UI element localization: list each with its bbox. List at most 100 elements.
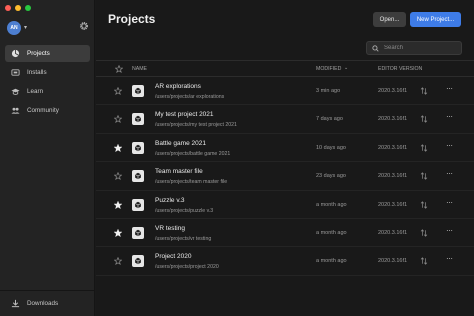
more-options-icon[interactable]: ···	[446, 169, 453, 178]
sidebar-item-projects[interactable]: Projects	[5, 45, 90, 62]
unity-logo-icon	[132, 170, 144, 183]
swap-arrows-icon[interactable]	[420, 172, 428, 180]
sidebar-item-learn[interactable]: Learn	[5, 83, 90, 100]
star-icon[interactable]	[114, 143, 122, 152]
project-path: /users/projects/my test project 2021	[155, 122, 237, 129]
installs-icon	[11, 68, 20, 77]
new-project-button[interactable]: New Project...	[410, 12, 461, 27]
minimize-window-button[interactable]	[15, 5, 21, 11]
more-options-icon[interactable]: ···	[446, 226, 453, 235]
swap-arrows-icon[interactable]	[420, 87, 428, 95]
sidebar-item-label: Projects	[27, 50, 50, 57]
unity-logo-icon	[132, 141, 144, 154]
window-controls	[5, 5, 31, 11]
unity-logo-icon	[132, 85, 144, 97]
project-editor-version: 2020.3.16f1	[378, 201, 408, 208]
project-editor-version: 2020.3.16f1	[378, 144, 408, 151]
star-icon[interactable]	[114, 257, 122, 266]
star-column-icon[interactable]	[115, 65, 123, 73]
project-name[interactable]: VR testing	[155, 225, 185, 232]
star-icon[interactable]	[114, 228, 122, 237]
zoom-window-button[interactable]	[25, 5, 31, 11]
search-input[interactable]	[384, 45, 454, 51]
table-row[interactable]: VR testing /users/projects/vr testing a …	[96, 219, 474, 248]
project-path: /users/projects/team master file	[155, 179, 228, 186]
project-editor-version: 2020.3.16f1	[378, 258, 408, 265]
project-path: /users/projects/battle game 2021	[155, 150, 231, 157]
chevron-down-icon[interactable]: ▾	[24, 24, 27, 31]
project-name[interactable]: Project 2020	[155, 253, 192, 260]
more-options-icon[interactable]: ···	[446, 112, 453, 121]
table-row[interactable]: My test project 2021 /users/projects/my …	[96, 105, 474, 134]
downloads-button[interactable]: Downloads	[0, 290, 95, 316]
star-icon[interactable]	[114, 115, 122, 124]
table-row[interactable]: Puzzle v.3 /users/projects/puzzle v.3 a …	[96, 191, 474, 219]
close-window-button[interactable]	[5, 5, 11, 11]
sidebar-item-community[interactable]: Community	[5, 102, 90, 119]
project-name[interactable]: My test project 2021	[155, 111, 214, 118]
project-path: /users/projects/project 2020	[155, 264, 219, 271]
project-name[interactable]: Team master file	[155, 168, 203, 175]
more-options-icon[interactable]: ···	[446, 198, 453, 207]
project-editor-version: 2020.3.16f1	[378, 229, 408, 236]
open-button[interactable]: Open...	[373, 12, 406, 27]
project-name[interactable]: Battle game 2021	[155, 140, 206, 147]
project-name[interactable]: Puzzle v.3	[155, 197, 185, 204]
unity-logo-icon	[132, 198, 144, 211]
graduation-cap-icon	[11, 87, 20, 96]
project-path: /users/projects/ar explorations	[155, 94, 225, 100]
sidebar-item-label: Learn	[27, 88, 44, 95]
project-path: /users/projects/vr testing	[155, 235, 212, 242]
table-row[interactable]: Battle game 2021 /users/projects/battle …	[96, 134, 474, 163]
cube-icon	[11, 49, 20, 58]
unity-logo-icon	[132, 255, 144, 268]
people-icon	[11, 106, 20, 115]
sidebar-nav: Projects Installs Learn Community	[5, 45, 90, 121]
project-modified: 7 days ago	[316, 116, 343, 123]
project-modified: a month ago	[316, 201, 347, 208]
sidebar: AN ▾ Projects Installs Learn Community D…	[0, 0, 95, 316]
project-list: AR explorations /users/projects/ar explo…	[96, 77, 474, 276]
more-options-icon[interactable]: ···	[446, 254, 453, 263]
project-modified: a month ago	[316, 258, 347, 265]
sidebar-item-label: Installs	[27, 69, 47, 76]
column-header-modified[interactable]: MODIFIED	[316, 66, 341, 72]
star-icon[interactable]	[114, 172, 122, 181]
unity-logo-icon	[132, 226, 144, 239]
swap-arrows-icon[interactable]	[420, 115, 428, 124]
table-row[interactable]: Team master file /users/projects/team ma…	[96, 162, 474, 191]
page-title: Projects	[108, 12, 156, 26]
gear-icon[interactable]	[79, 21, 89, 31]
avatar[interactable]: AN	[7, 21, 21, 35]
project-editor-version: 2020.3.16f1	[378, 116, 408, 123]
project-editor-version: 2020.3.16f1	[378, 88, 408, 94]
swap-arrows-icon[interactable]	[420, 144, 428, 152]
project-modified: 23 days ago	[316, 173, 346, 180]
main-panel: Projects Open... New Project... NAME MOD…	[96, 0, 474, 316]
swap-arrows-icon[interactable]	[420, 257, 428, 266]
table-header: NAME MODIFIED ⌄ EDITOR VERSION	[96, 60, 474, 77]
project-modified: 10 days ago	[316, 144, 346, 151]
swap-arrows-icon[interactable]	[420, 229, 428, 237]
star-icon[interactable]	[114, 200, 122, 209]
column-header-version[interactable]: EDITOR VERSION	[378, 66, 422, 72]
project-name[interactable]: AR explorations	[155, 83, 201, 90]
unity-logo-icon	[132, 113, 144, 126]
sort-chevron-icon[interactable]: ⌄	[344, 65, 348, 71]
column-header-name[interactable]: NAME	[132, 66, 147, 72]
project-path: /users/projects/puzzle v.3	[155, 207, 214, 214]
swap-arrows-icon[interactable]	[420, 200, 428, 209]
star-icon[interactable]	[114, 87, 122, 95]
more-options-icon[interactable]: ···	[446, 141, 453, 150]
more-options-icon[interactable]: ···	[446, 84, 453, 93]
table-row[interactable]: Project 2020 /users/projects/project 202…	[96, 247, 474, 276]
sidebar-item-label: Community	[27, 107, 59, 114]
project-modified: a month ago	[316, 229, 347, 236]
download-icon	[11, 299, 20, 308]
project-editor-version: 2020.3.16f1	[378, 173, 408, 180]
sidebar-item-installs[interactable]: Installs	[5, 64, 90, 81]
project-modified: 3 min ago	[316, 88, 341, 94]
downloads-label: Downloads	[27, 300, 59, 307]
table-row[interactable]: AR explorations /users/projects/ar explo…	[96, 77, 474, 106]
search-box[interactable]	[366, 41, 462, 55]
